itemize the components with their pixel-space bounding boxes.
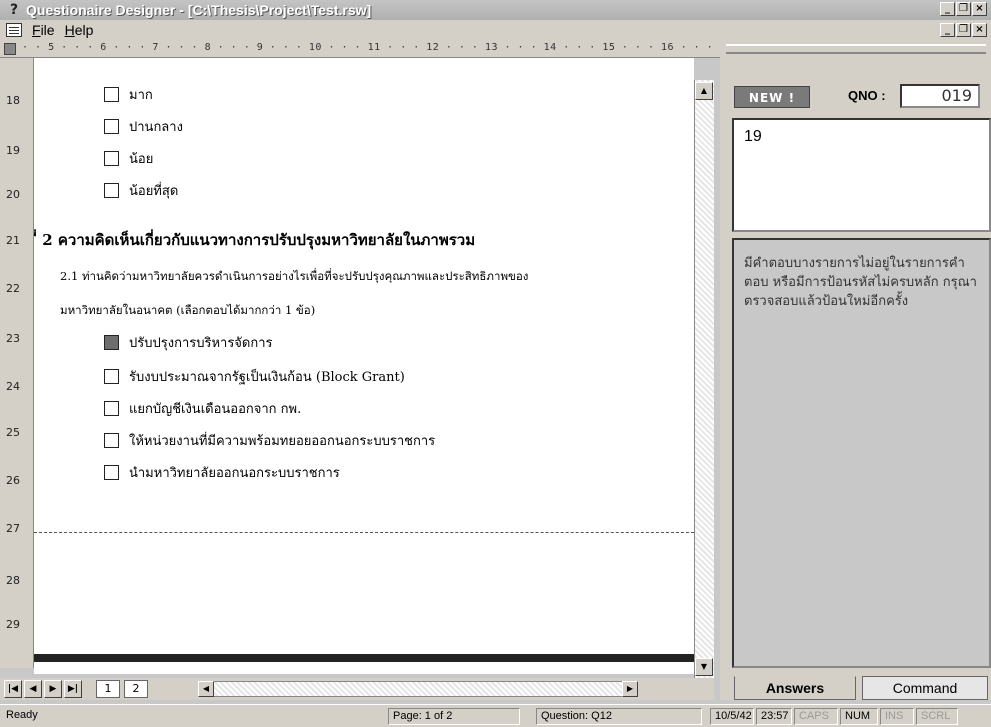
status-question: Question: Q12 (536, 708, 702, 725)
section-heading: ี่ 2 ความคิดเห็นเกี่ยวกับแนวทางการปรับปร… (37, 231, 476, 249)
next-page-icon[interactable]: ▶ (44, 680, 62, 698)
prev-page-icon[interactable]: ◀ (24, 680, 42, 698)
document-page-lower (34, 662, 694, 674)
vruler-mark: 18 (6, 94, 20, 107)
option-checkbox[interactable] (104, 369, 119, 384)
prev-option[interactable]: ปานกลาง (104, 116, 183, 137)
page-break-line (34, 532, 694, 533)
vruler-mark: 23 (6, 332, 20, 345)
qno-field[interactable]: 019 (900, 84, 980, 108)
tab-command[interactable]: Command (862, 676, 988, 700)
page-end-bar (34, 654, 694, 662)
option-checkbox[interactable] (104, 465, 119, 480)
option-label: ปรับปรุงการบริหารจัดการ (129, 336, 273, 351)
option-checkbox[interactable] (104, 433, 119, 448)
vruler-mark: 24 (6, 380, 20, 393)
scroll-left-icon[interactable]: ◀ (198, 681, 214, 697)
document-page[interactable]: มาก ปานกลาง น้อย น้อยที่สุด ี่ 2 ความคิด… (34, 58, 694, 654)
option-checkbox[interactable] (104, 119, 119, 134)
page-tab-1[interactable]: 1 (96, 680, 120, 698)
option-checkbox[interactable] (104, 87, 119, 102)
horizontal-scrollbar[interactable]: ◀ ▶ (198, 681, 638, 697)
status-date: 10/5/42 (710, 708, 754, 725)
option-label: แยกบัญชีเงินเดือนออกจาก กพ. (129, 402, 302, 417)
menu-help[interactable]: Help (65, 22, 94, 38)
document-menu-icon[interactable] (6, 23, 22, 37)
minimize-button[interactable]: _ (940, 2, 955, 16)
option-checkbox[interactable] (104, 183, 119, 198)
scroll-right-icon[interactable]: ▶ (622, 681, 638, 697)
status-scrl: SCRL (916, 708, 958, 725)
vertical-ruler: 18 19 20 21 22 23 24 25 26 27 28 29 (0, 58, 34, 668)
status-ins: INS (880, 708, 914, 725)
status-num: NUM (840, 708, 878, 725)
answer-option[interactable]: รับงบประมาณจากรัฐเป็นเงินก้อน (Block Gra… (104, 366, 405, 387)
vruler-mark: 22 (6, 282, 20, 295)
option-label: น้อย (129, 152, 154, 167)
status-bar: Ready Page: 1 of 2 Question: Q12 10/5/42… (0, 704, 991, 727)
prev-option[interactable]: น้อยที่สุด (104, 180, 178, 201)
first-page-icon[interactable]: |◀ (4, 680, 22, 698)
vruler-mark: 29 (6, 618, 20, 631)
vruler-mark: 26 (6, 474, 20, 487)
answer-option[interactable]: ปรับปรุงการบริหารจัดการ (104, 332, 273, 353)
status-page: Page: 1 of 2 (388, 708, 520, 725)
option-label: มาก (129, 88, 153, 103)
option-checkbox[interactable] (104, 151, 119, 166)
app-question-icon[interactable]: ? (6, 2, 22, 18)
page-navigation: |◀ ◀ ▶ ▶| 1 2 ◀ ▶ (0, 678, 714, 700)
vruler-mark: 20 (6, 188, 20, 201)
answer-option[interactable]: ให้หน่วยงานที่มีความพร้อมทยอยออกนอกระบบร… (104, 430, 435, 451)
window-title: Questionaire Designer - [C:\Thesis\Proje… (26, 2, 372, 18)
option-checkbox-checked[interactable] (104, 335, 119, 350)
document-controls: _ ❐ × (940, 23, 987, 37)
prev-option[interactable]: มาก (104, 84, 153, 105)
panel-grip (726, 44, 986, 54)
option-label: นำมหาวิทยาลัยออกนอกระบบราชการ (129, 466, 340, 481)
status-time: 23:57 (756, 708, 792, 725)
answer-option[interactable]: แยกบัญชีเงินเดือนออกจาก กพ. (104, 398, 301, 419)
status-caps: CAPS (794, 708, 838, 725)
title-bar: ? Questionaire Designer - [C:\Thesis\Pro… (0, 0, 991, 20)
new-button[interactable]: NEW ! (734, 86, 810, 108)
doc-minimize-button[interactable]: _ (940, 23, 955, 37)
option-checkbox[interactable] (104, 401, 119, 416)
vruler-mark: 27 (6, 522, 20, 535)
prev-option[interactable]: น้อย (104, 148, 153, 169)
window-controls: _ ❐ × (940, 2, 987, 16)
question-text-line2: มหาวิทยาลัยในอนาคต (เลือกตอบได้มากกว่า 1… (60, 303, 316, 317)
question-text-line1: 2.1 ท่านคิดว่ามหาวิทยาลัยควรดำเนินการอย่… (60, 269, 529, 283)
tab-answers[interactable]: Answers (734, 676, 856, 700)
doc-close-button[interactable]: × (972, 23, 987, 37)
option-label: น้อยที่สุด (129, 184, 179, 199)
menu-bar: File Help _ ❐ × (0, 20, 991, 40)
right-panel: NEW ! QNO : 019 19 มีคำตอบบางรายการไม่อย… (720, 40, 991, 700)
vruler-mark: 28 (6, 574, 20, 587)
option-label: ให้หน่วยงานที่มีความพร้อมทยอยออกนอกระบบร… (129, 434, 436, 449)
ruler-corner-icon[interactable] (4, 43, 16, 55)
option-label: รับงบประมาณจากรัฐเป็นเงินก้อน (Block Gra… (129, 370, 405, 385)
option-label: ปานกลาง (129, 120, 183, 135)
status-ready: Ready (6, 709, 38, 721)
restore-button[interactable]: ❐ (956, 2, 971, 16)
last-page-icon[interactable]: ▶| (64, 680, 82, 698)
vruler-mark: 25 (6, 426, 20, 439)
question-number-box[interactable]: 19 (732, 118, 991, 232)
message-box: มีคำตอบบางรายการไม่อยู่ในรายการคำตอบ หรื… (732, 238, 991, 668)
answer-option[interactable]: นำมหาวิทยาลัยออกนอกระบบราชการ (104, 462, 340, 483)
qno-label: QNO : (848, 88, 886, 103)
page-tab-2[interactable]: 2 (124, 680, 148, 698)
scroll-down-icon[interactable]: ▼ (695, 658, 713, 676)
vruler-mark: 21 (6, 234, 20, 247)
vertical-scrollbar[interactable]: ▲ ▼ (694, 80, 714, 680)
doc-restore-button[interactable]: ❐ (956, 23, 971, 37)
scroll-up-icon[interactable]: ▲ (695, 82, 713, 100)
vruler-mark: 19 (6, 144, 20, 157)
close-button[interactable]: × (972, 2, 987, 16)
horizontal-ruler: · · 5 · · · 6 · · · 7 · · · 8 · · · 9 · … (0, 40, 720, 58)
ruler-marks: · · 5 · · · 6 · · · 7 · · · 8 · · · 9 · … (22, 42, 720, 53)
menu-file[interactable]: File (32, 22, 55, 38)
